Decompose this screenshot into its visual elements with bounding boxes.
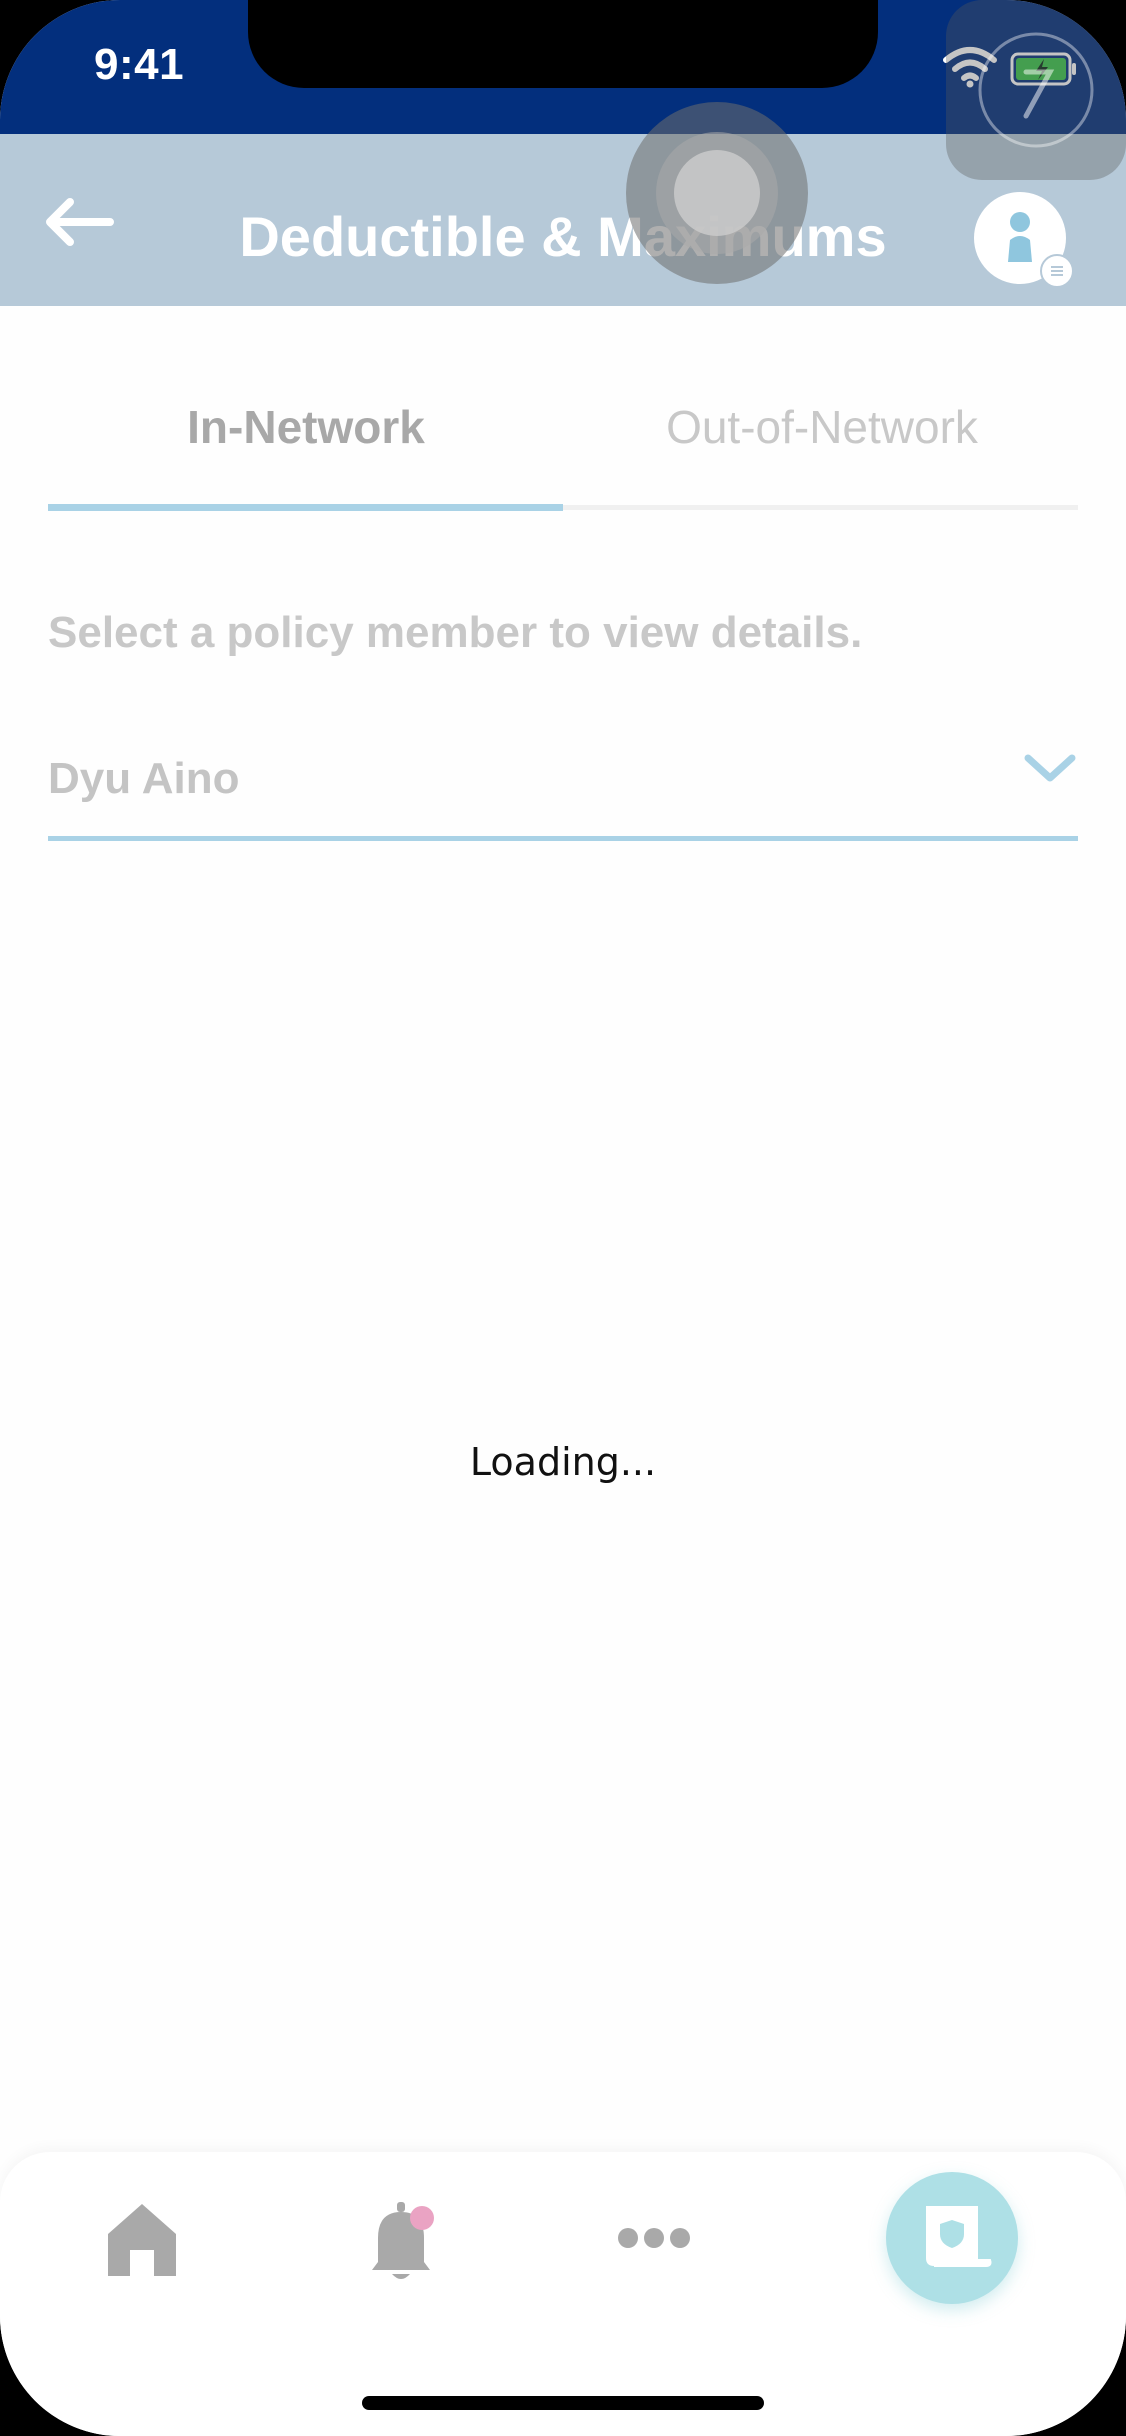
home-indicator: [362, 2396, 764, 2410]
app-screen: 9:41 Deductible & Maximums In-Network Ou…: [0, 0, 1126, 2436]
tab-out-of-network[interactable]: Out-of-Network: [564, 400, 1080, 454]
home-icon[interactable]: [104, 2200, 180, 2280]
assistive-touch-button[interactable]: [946, 0, 1126, 180]
status-time: 9:41: [94, 40, 185, 89]
notification-badge: [410, 2206, 434, 2230]
touch-indicator: [626, 102, 808, 284]
tab-in-network[interactable]: In-Network: [48, 400, 564, 454]
chevron-down-icon: [1024, 754, 1076, 782]
loading-text: Loading...: [469, 1440, 657, 1484]
assistive-touch-icon: [978, 32, 1094, 148]
menu-badge-icon: [1040, 254, 1074, 288]
dropdown-underline: [48, 836, 1078, 841]
page-title: Deductible & Maximums: [239, 205, 887, 268]
instruction-text: Select a policy member to view details.: [48, 608, 863, 657]
member-dropdown[interactable]: Dyu Aino: [48, 740, 1078, 844]
nav-policy-button[interactable]: [886, 2172, 1018, 2304]
notch: [248, 0, 878, 88]
member-dropdown-value: Dyu Aino: [48, 754, 240, 803]
policy-card-icon: [926, 2206, 992, 2267]
more-icon[interactable]: [616, 2224, 692, 2252]
tab-active-indicator: [48, 504, 563, 511]
